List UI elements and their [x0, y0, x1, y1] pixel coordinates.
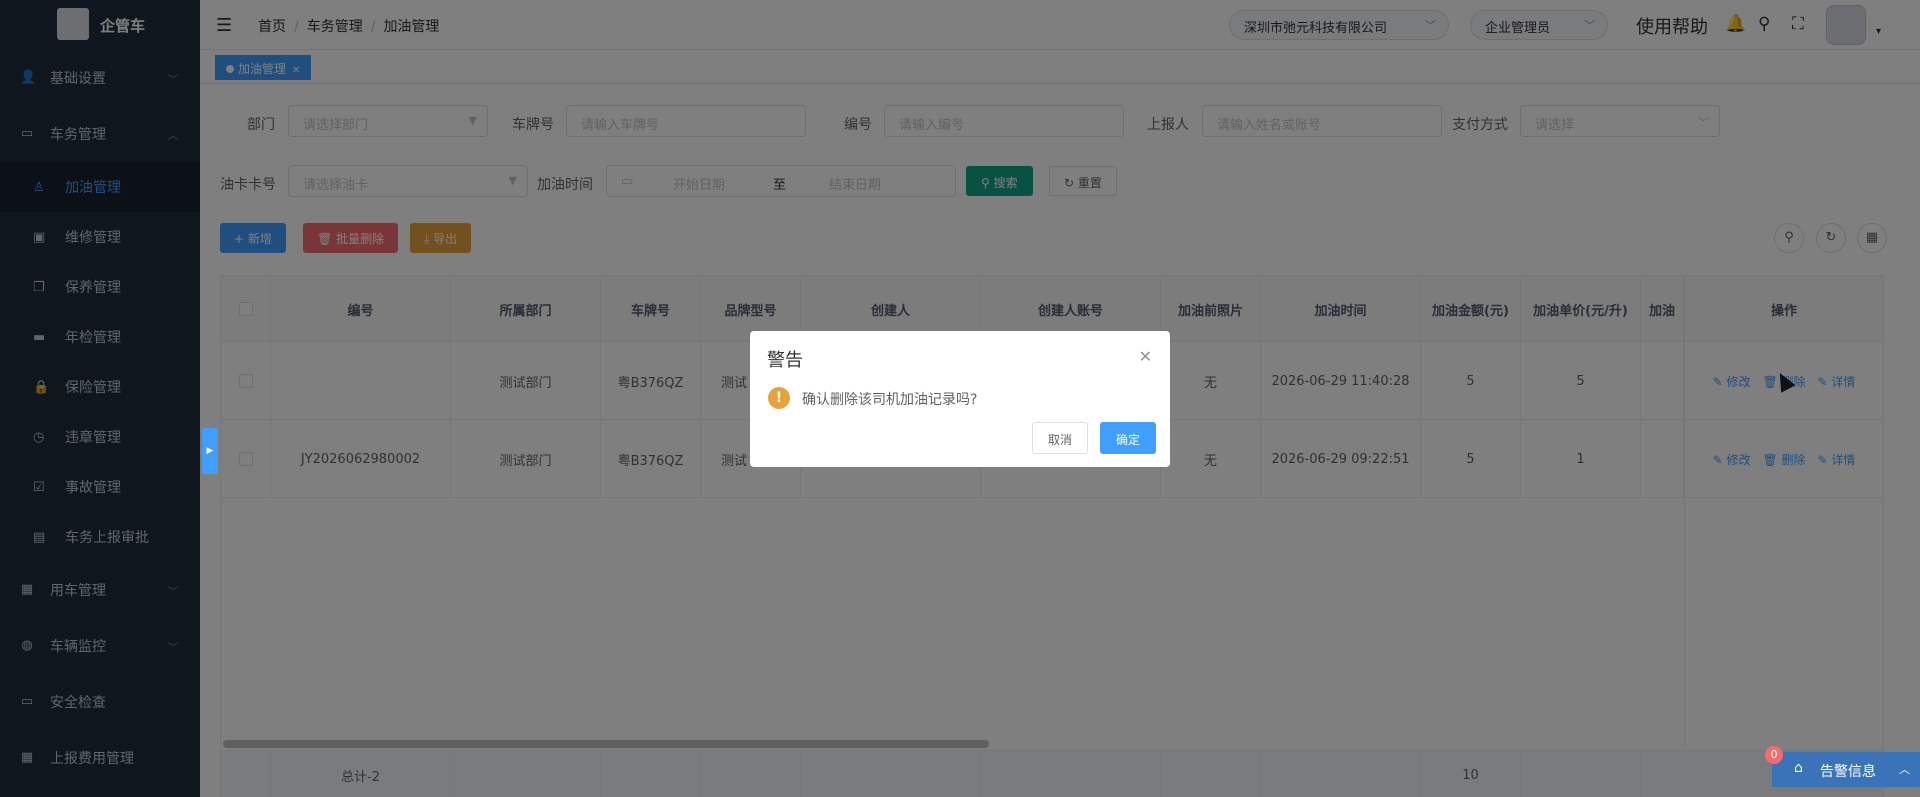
bank-icon: ⌂ [1794, 760, 1803, 776]
dialog-message: 确认删除该司机加油记录吗? [802, 392, 978, 408]
sidebar-collapse-handle[interactable]: ▶ [202, 428, 218, 474]
warning-dialog: 警告 ✕ ! 确认删除该司机加油记录吗? 取消 确定 [750, 331, 1170, 467]
confirm-button[interactable]: 确定 [1100, 422, 1157, 454]
alert-info-button[interactable]: ⌂ 告警信息 ︿ [1772, 752, 1920, 787]
warning-icon: ! [768, 387, 790, 409]
dialog-title: 警告 [767, 350, 803, 371]
alert-count-badge: 0 [1765, 746, 1783, 764]
close-icon[interactable]: ✕ [1139, 347, 1152, 366]
chevron-up-icon: ︿ [1899, 763, 1910, 776]
cancel-button[interactable]: 取消 [1032, 422, 1089, 454]
